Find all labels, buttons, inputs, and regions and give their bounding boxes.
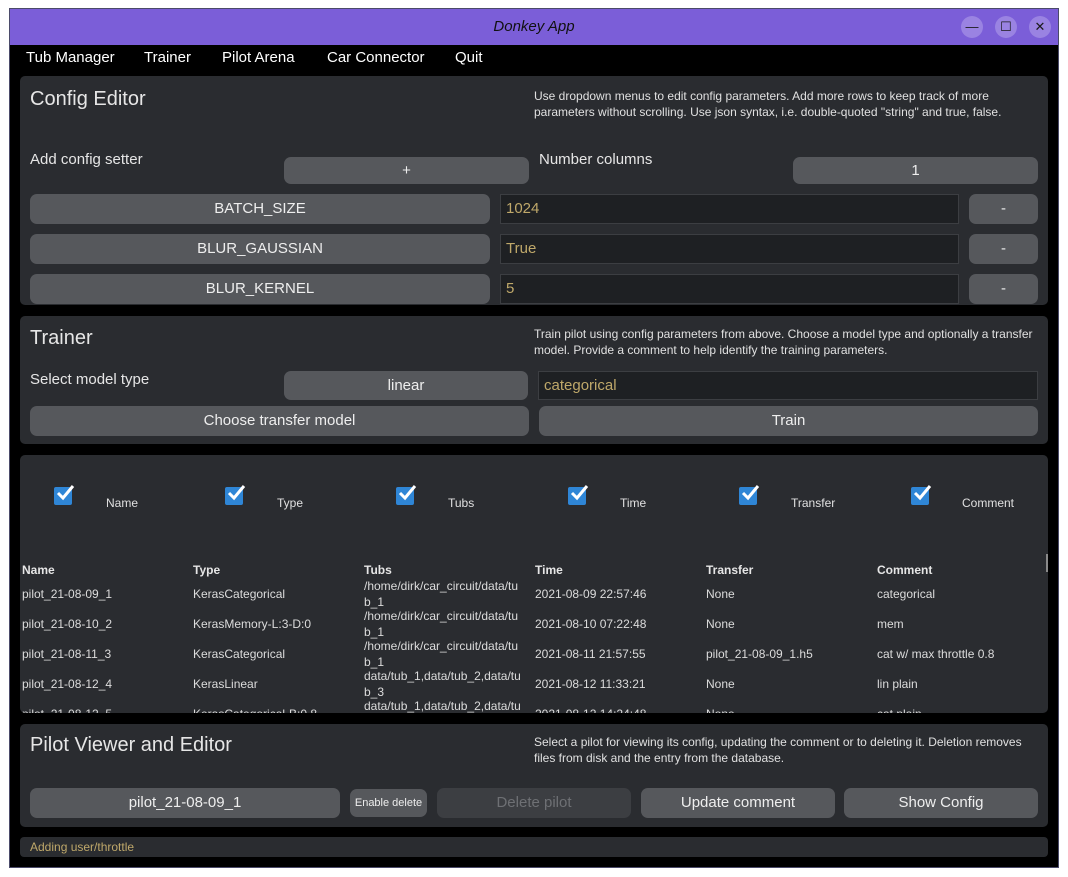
show-config-button[interactable]: Show Config [844,788,1038,818]
menu-tub-manager[interactable]: Tub Manager [26,49,115,66]
config-key-dropdown[interactable]: BLUR_GAUSSIAN [30,234,490,264]
transfer-checkbox[interactable] [739,485,760,505]
tubs-checkbox-label: Tubs [448,496,475,510]
menu-bar: Tub Manager Trainer Pilot Arena Car Conn… [10,45,1058,75]
number-columns-button[interactable]: 1 [793,157,1038,184]
trainer-title: Trainer [30,327,93,349]
type-checkbox-label: Type [277,496,304,510]
cell-transfer: None [706,706,874,713]
comment-checkbox[interactable] [911,485,932,505]
window-title: Donkey App [493,18,575,35]
cell-tubs: /home/dirk/car_circuit/data/tu b_1 [364,579,519,609]
cell-transfer: pilot_21-08-09_1.h5 [706,647,813,661]
choose-transfer-model-button[interactable]: Choose transfer model [30,406,529,436]
cell-tubs: /home/dirk/car_circuit/data/tu b_1 [364,639,519,669]
cell-comment: cat plain [877,706,1045,713]
transfer-checkbox-label: Transfer [791,496,836,510]
update-comment-button[interactable]: Update comment [641,788,835,818]
trainer-panel: Trainer Train pilot using config paramet… [20,316,1048,444]
column-header-type[interactable]: Type [193,563,220,577]
comment-field[interactable]: categorical [538,371,1038,400]
pilot-viewer-description: Select a pilot for viewing its config, u… [534,735,1022,765]
remove-row-button[interactable]: - [969,194,1038,224]
delete-pilot-button[interactable]: Delete pilot [437,788,631,818]
model-type-dropdown[interactable]: linear [284,371,528,400]
trainer-description: Train pilot using config parameters from… [534,327,1033,357]
menu-quit[interactable]: Quit [455,49,483,66]
cell-type: KerasLinear [193,677,258,691]
pilots-panel: Name Type Tubs Time Transfer Comment Nam… [20,455,1048,713]
config-editor-panel: Config Editor Use dropdown menus to edit… [20,76,1048,305]
remove-row-button[interactable]: - [969,274,1038,304]
cell-type: KerasCategorical [193,587,286,601]
cell-comment: lin plain [877,677,918,691]
comment-checkbox-label: Comment [962,496,1015,510]
pilot-select-dropdown[interactable]: pilot_21-08-09_1 [30,788,340,818]
cell-tubs: /home/dirk/car_circuit/data/tu b_1 [364,609,519,639]
close-icon[interactable]: ✕ [1029,16,1051,38]
cell-type: KerasCategorical [193,647,286,661]
config-editor-title: Config Editor [30,88,146,110]
column-header-transfer[interactable]: Transfer [706,563,753,577]
column-header-tubs[interactable]: Tubs [364,563,392,577]
config-value-field[interactable]: True [500,234,959,264]
maximize-icon[interactable]: ☐ [995,16,1017,38]
column-header-time[interactable]: Time [535,563,563,577]
title-bar[interactable]: Donkey App — ☐ ✕ [10,9,1058,45]
cell-name: pilot_21-08-09_1 [22,587,113,601]
train-button[interactable]: Train [539,406,1038,436]
type-checkbox[interactable] [225,485,246,505]
number-columns-label: Number columns [539,151,653,168]
cell-transfer: None [706,617,735,631]
cell-transfer: None [706,677,735,691]
cell-time: 2021-08-12 11:33:21 [535,677,646,691]
cell-type: KerasCategorical-B:0.8 [193,706,361,713]
minimize-icon[interactable]: — [961,16,983,38]
cell-time: 2021-08-11 21:57:55 [535,647,646,661]
name-checkbox-label: Name [106,496,139,510]
name-checkbox[interactable] [54,485,75,505]
cell-name: pilot_21-08-12_4 [22,677,113,691]
enable-delete-toggle[interactable]: Enable delete [350,789,427,817]
add-setter-label: Add config setter [30,151,143,168]
cell-time: 2021-08-10 07:22:48 [535,617,647,631]
table-scrollbar[interactable] [1046,554,1048,572]
cell-time: 2021-08-12 14:24:48 [535,706,703,713]
status-text: Adding user/throttle [30,840,135,854]
time-checkbox[interactable] [568,485,589,505]
config-editor-description: Use dropdown menus to edit config parame… [534,89,1002,119]
cell-tubs: data/tub_1,data/tub_2,data/tu b_3 [364,669,521,699]
column-header-name[interactable]: Name [22,563,55,577]
app-window: Donkey App — ☐ ✕ Tub Manager Trainer Pil… [9,8,1059,868]
cell-transfer: None [706,587,735,601]
tubs-checkbox[interactable] [396,485,417,505]
status-bar: Adding user/throttle [20,837,1048,857]
cell-time: 2021-08-09 22:57:46 [535,587,647,601]
cell-comment: cat w/ max throttle 0.8 [877,647,995,661]
cell-tubs: data/tub_1,data/tub_2,data/tu b_3 [364,699,521,713]
add-setter-button[interactable]: + [284,157,529,184]
remove-row-button[interactable]: - [969,234,1038,264]
config-key-dropdown[interactable]: BLUR_KERNEL [30,274,490,304]
menu-pilot-arena[interactable]: Pilot Arena [222,49,295,66]
pilot-viewer-title: Pilot Viewer and Editor [30,734,232,756]
pilot-viewer-panel: Pilot Viewer and Editor Select a pilot f… [20,724,1048,827]
column-header-comment[interactable]: Comment [877,563,932,577]
config-key-dropdown[interactable]: BATCH_SIZE [30,194,490,224]
cell-name: pilot_21-08-10_2 [22,617,113,631]
menu-car-connector[interactable]: Car Connector [327,49,425,66]
menu-trainer[interactable]: Trainer [144,49,191,66]
config-value-field[interactable]: 1024 [500,194,959,224]
cell-name: pilot_21-08-12_5 [22,706,190,713]
select-model-label: Select model type [30,371,150,388]
cell-comment: mem [877,617,904,631]
cell-type: KerasMemory-L:3-D:0 [193,617,312,631]
cell-name: pilot_21-08-11_3 [22,647,112,661]
time-checkbox-label: Time [620,496,647,510]
config-value-field[interactable]: 5 [500,274,959,304]
cell-comment: categorical [877,587,936,601]
